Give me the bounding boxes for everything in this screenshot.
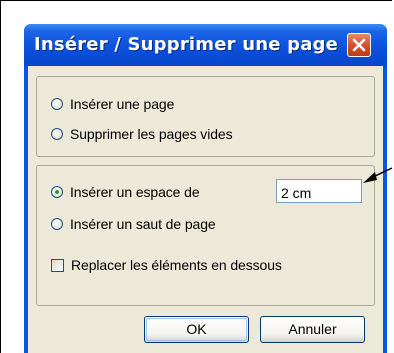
arrow-left-icon [363,167,393,183]
